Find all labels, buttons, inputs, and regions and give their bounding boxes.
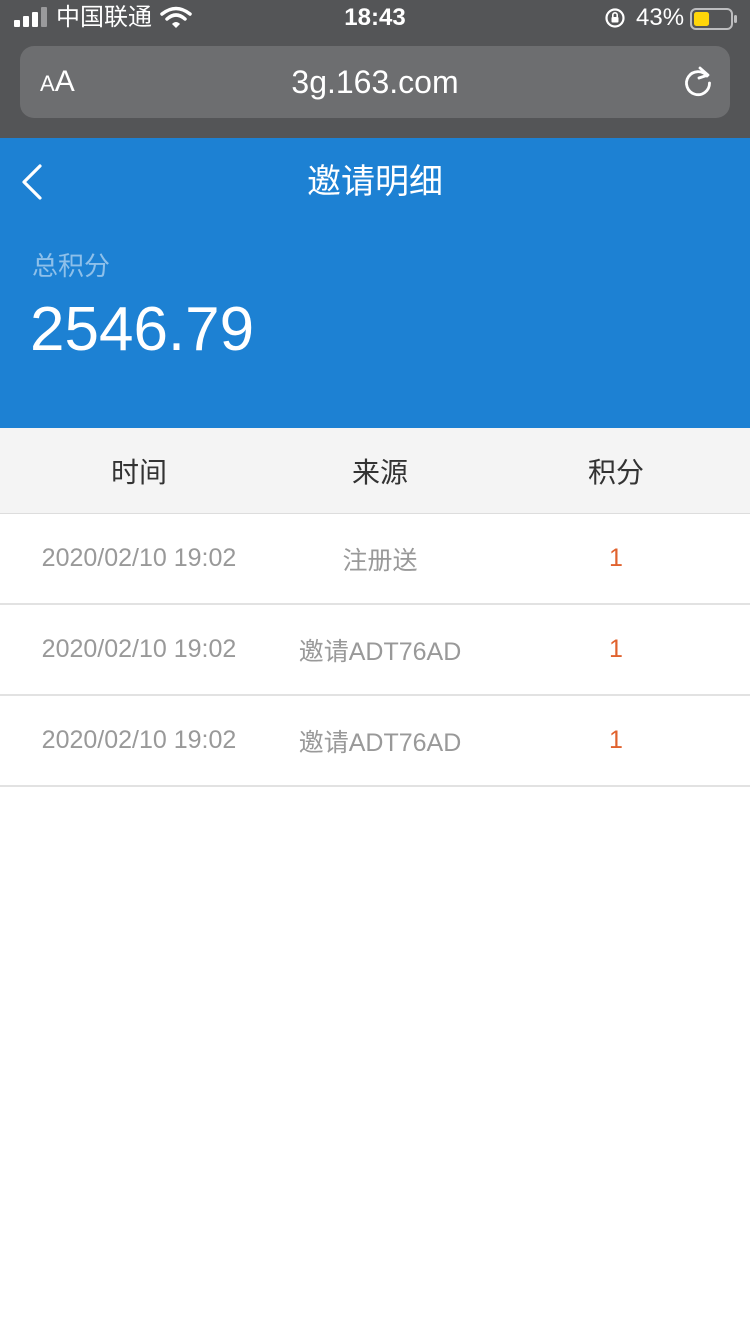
total-points-value: 2546.79 xyxy=(30,295,255,364)
column-header-points: 积分 xyxy=(587,456,644,488)
status-bar: 中国联通 18:43 43% xyxy=(0,0,750,40)
row-time: 2020/02/10 19:02 xyxy=(41,726,237,754)
row-time: 2020/02/10 19:02 xyxy=(41,635,237,663)
page-title: 邀请明细 xyxy=(307,163,443,201)
row-source: 邀请ADT76AD xyxy=(298,637,462,666)
app-header: 邀请明细 总积分 2546.79 xyxy=(0,138,750,428)
table-header: 时间 来源 积分 xyxy=(0,428,750,514)
battery-percent: 43% xyxy=(636,4,685,31)
address-bar[interactable]: AA 3g.163.com xyxy=(20,46,730,118)
row-source: 邀请ADT76AD xyxy=(298,728,462,757)
table-row: 2020/02/10 19:02 邀请ADT76AD 1 xyxy=(0,605,750,696)
table-row: 2020/02/10 19:02 注册送 1 xyxy=(0,514,750,605)
row-points: 1 xyxy=(609,635,623,663)
reload-icon[interactable] xyxy=(680,64,716,100)
total-points-label: 总积分 xyxy=(32,251,111,281)
browser-chrome: 中国联通 18:43 43% AA 3g.163.com xyxy=(0,0,750,138)
table-row: 2020/02/10 19:02 邀请ADT76AD 1 xyxy=(0,696,750,787)
battery-icon xyxy=(690,8,738,30)
rotation-lock-icon xyxy=(604,7,626,29)
column-header-time: 时间 xyxy=(110,456,167,488)
row-points: 1 xyxy=(609,726,623,754)
row-time: 2020/02/10 19:02 xyxy=(41,544,237,572)
invite-details-table: 时间 来源 积分 2020/02/10 19:02 注册送 1 2020/02/… xyxy=(0,428,750,787)
url-text[interactable]: 3g.163.com xyxy=(20,60,730,104)
row-points: 1 xyxy=(609,544,623,572)
row-source: 注册送 xyxy=(342,546,418,575)
column-header-source: 来源 xyxy=(351,456,408,488)
